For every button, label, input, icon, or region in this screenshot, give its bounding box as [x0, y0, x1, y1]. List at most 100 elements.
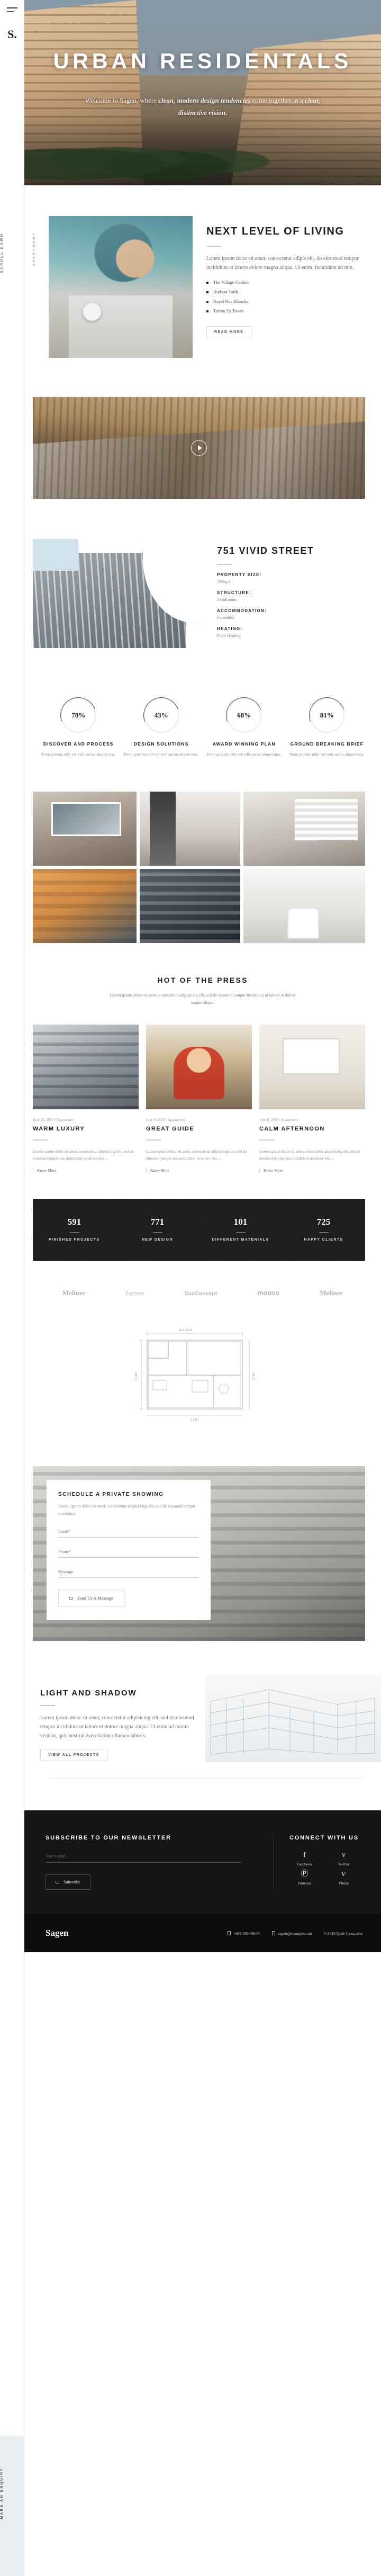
gallery-image-dark-facade[interactable] — [140, 869, 240, 943]
pinterest-icon: Ⓟ — [301, 1870, 309, 1878]
social-link-vimeo[interactable]: ѵ Vimeo — [329, 1870, 359, 1886]
client-logo-text: Lavere — [125, 1289, 144, 1297]
title-rule — [217, 564, 232, 565]
press-card-title[interactable]: CALM AFTERNOON — [259, 1126, 365, 1132]
subscribe-button[interactable]: Subscribe — [46, 1874, 90, 1890]
client-logo-text: moovo — [257, 1289, 280, 1297]
view-all-projects-button[interactable]: VIEW ALL PROJECTS — [40, 1749, 107, 1761]
stat-body: Proin gravida nibh vel velit auctor aliq… — [41, 752, 116, 757]
counter-rule — [69, 1232, 79, 1233]
press-card-title[interactable]: WARM LUXURY — [33, 1126, 139, 1132]
footer-email[interactable]: sagen@example.com — [272, 1931, 312, 1936]
press-card-title[interactable]: GREAT GUIDE — [146, 1126, 252, 1132]
schedule-form-card: SCHEDULE A PRIVATE SHOWING Lorem ipsum d… — [47, 1480, 211, 1620]
next-level-body: Lorem ipsum dolor sit amet, consectetur … — [206, 256, 359, 271]
footer-newsletter: SUBSCRIBE TO OUR NEWSLETTER Subscribe CO… — [24, 1810, 381, 1914]
social-link-pinterest[interactable]: Ⓟ Pinterest — [290, 1870, 320, 1886]
know-more-link[interactable]: Know More — [33, 1168, 56, 1173]
progress-circle: 78% — [61, 698, 96, 733]
client-logo[interactable]: SunConcept — [185, 1288, 217, 1298]
press-card-body: Lorem ipsum dolor sit amet, consectetur … — [259, 1149, 360, 1161]
gallery-row — [33, 792, 365, 866]
know-more-link[interactable]: Know More — [146, 1168, 169, 1173]
floorplan-dim-right: 3.8 MT — [252, 1372, 256, 1380]
stat-item: 68% AWARD WINNING PLAN Proin gravida nib… — [204, 698, 284, 758]
next-level-section: APARTMENT NEXT LEVEL OF LIVING Lorem ips… — [24, 185, 381, 392]
stat-title: AWARD WINNING PLAN — [212, 741, 276, 747]
hamburger-menu-icon[interactable] — [7, 7, 17, 14]
press-card-image[interactable] — [259, 1025, 365, 1109]
gallery-image-bedroom-window[interactable] — [243, 792, 365, 866]
message-field[interactable] — [58, 1568, 199, 1578]
footer-contact-meta: +585 889 996 96 sagen@example.com © 2019… — [228, 1931, 363, 1936]
newsletter-block: SUBSCRIBE TO OUR NEWSLETTER Subscribe — [46, 1835, 273, 1890]
page-content: URBAN RESIDENTALS Welcome to Sagen, wher… — [24, 0, 381, 1952]
social-link-facebook[interactable]: f Facebook — [290, 1851, 320, 1866]
hero-section: URBAN RESIDENTALS Welcome to Sagen, wher… — [24, 0, 381, 185]
architectural-sketch-image — [205, 1675, 381, 1762]
client-logo-text: SunConcept — [184, 1291, 217, 1297]
brand-logo-mark[interactable]: S. — [0, 28, 24, 41]
press-card-body: Lorem ipsum dolor sit amet, consectetur … — [33, 1149, 134, 1161]
counter-label: FINISHED PROJECTS — [49, 1238, 100, 1242]
footer-bottom-bar: Sagen +585 889 996 96 sagen@example.com … — [24, 1914, 381, 1952]
spec-key: PROPERTY SIZE: — [217, 572, 262, 577]
list-item[interactable]: The Village Garden — [206, 280, 365, 285]
counter-item: 101 DIFFERENT MATERIALS — [201, 1217, 280, 1242]
next-level-text: NEXT LEVEL OF LIVING Lorem ipsum dolor s… — [206, 216, 365, 358]
client-logos-section: Meliner Lavere SunConcept moovo Meliner — [24, 1261, 381, 1312]
hero-subtitle-emphasis1: clean, modern design tendencies — [158, 96, 251, 104]
gallery-image-bedroom-art[interactable] — [33, 792, 137, 866]
client-logo[interactable]: Lavere — [125, 1288, 144, 1298]
press-heading: HOT OF THE PRESS — [157, 976, 248, 984]
hero-title: URBAN RESIDENTALS — [53, 49, 352, 73]
light-shadow-image-wrap — [205, 1675, 381, 1762]
gallery-image-bathroom[interactable] — [243, 869, 365, 943]
press-card: June 10, 2019 / Apartments WARM LUXURY L… — [33, 1025, 139, 1174]
next-level-side-label: APARTMENT — [33, 232, 36, 266]
newsletter-email-input[interactable] — [46, 1853, 241, 1863]
client-logo[interactable]: moovo — [257, 1288, 280, 1298]
counter-rule — [319, 1232, 329, 1233]
social-label: Facebook — [296, 1862, 313, 1866]
know-more-link[interactable]: Know More — [259, 1168, 283, 1173]
footer-phone-text: +585 889 996 96 — [233, 1931, 261, 1936]
footer-phone[interactable]: +585 889 996 96 — [228, 1931, 260, 1936]
client-logo[interactable]: Meliner — [62, 1288, 86, 1298]
play-icon[interactable] — [191, 440, 207, 456]
gallery-image-hallway[interactable] — [140, 792, 240, 866]
footer-logo[interactable]: Sagen — [46, 1928, 228, 1938]
email-field[interactable] — [58, 1528, 199, 1538]
read-more-button[interactable]: READ MORE — [206, 326, 252, 338]
scroll-down-label: SCROLL DOWN — [0, 233, 4, 273]
social-label: Vimeo — [338, 1881, 349, 1886]
gallery-image-orange-facade[interactable] — [33, 869, 137, 943]
left-sidebar-rail: S. SCROLL DOWN MAKE AN ENQUIRY — [0, 0, 24, 2576]
phone-icon — [228, 1931, 231, 1935]
panorama-video-section[interactable] — [33, 397, 365, 499]
floorplan-dim-left: 4.2 MT — [135, 1372, 138, 1380]
client-logo[interactable]: Meliner — [320, 1288, 343, 1298]
connect-heading: CONNECT WITH US — [289, 1835, 359, 1841]
spec-value: Furnished — [217, 615, 234, 620]
list-item[interactable]: Hudson Yards — [206, 289, 365, 294]
progress-value: 43% — [154, 711, 168, 719]
press-card-image[interactable] — [146, 1025, 252, 1109]
counter-number: 725 — [316, 1217, 331, 1227]
spec-key: STRUCTURE: — [217, 590, 251, 595]
list-item[interactable]: Royal Rue Blanche — [206, 299, 365, 304]
press-card: June 8, 2019 / Apartments CALM AFTERNOON… — [259, 1025, 365, 1174]
phone-field[interactable] — [58, 1548, 199, 1558]
property-interior-image — [143, 543, 206, 623]
stat-title: DESIGN SOLUTIONS — [133, 741, 189, 747]
envelope-icon — [272, 1931, 276, 1935]
progress-value: 78% — [71, 711, 86, 719]
title-rule — [259, 1139, 274, 1141]
send-message-button[interactable]: Send Us A Message — [58, 1590, 124, 1606]
social-link-twitter[interactable]: ᴠ Twitter — [329, 1851, 359, 1866]
make-an-enquiry-label[interactable]: MAKE AN ENQUIRY — [0, 2467, 24, 2519]
list-item[interactable]: Torino Ey Tower — [206, 308, 365, 313]
press-card-image[interactable] — [33, 1025, 139, 1109]
message-field-wrap — [58, 1566, 199, 1578]
gallery-row — [33, 869, 365, 943]
